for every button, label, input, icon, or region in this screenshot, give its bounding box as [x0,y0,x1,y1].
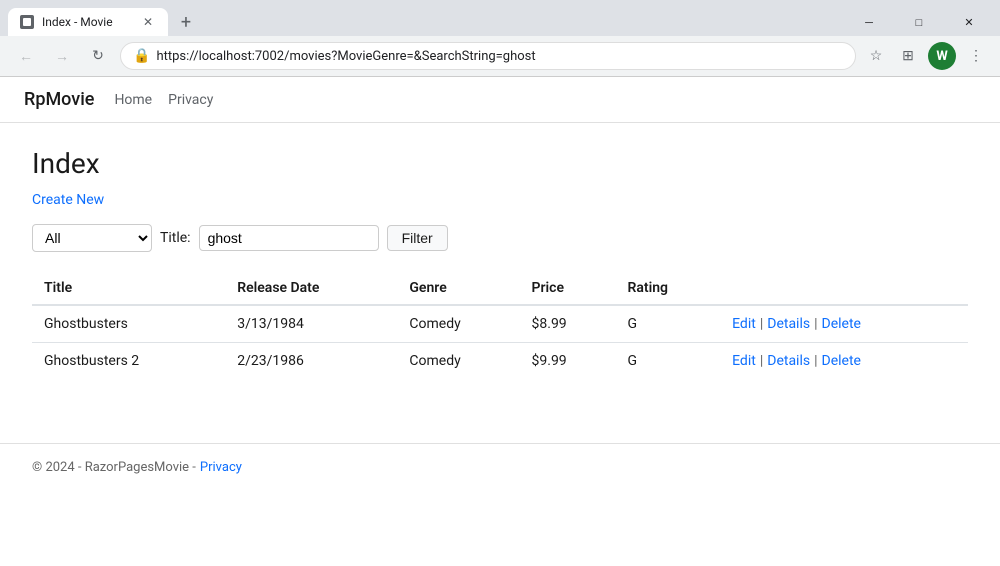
movie-title: Ghostbusters [32,305,225,343]
movie-genre: Comedy [397,305,519,343]
nav-links: Home Privacy [114,92,213,108]
movie-price: $9.99 [520,343,616,380]
url-bar[interactable]: 🔒 https://localhost:7002/movies?MovieGen… [120,42,856,70]
page-content: RpMovie Home Privacy Index Create New Al… [0,77,1000,497]
close-button[interactable]: ✕ [946,8,992,36]
movie-rating: G [615,343,720,380]
separator: | [760,353,763,369]
tab-title: Index - Movie [42,15,132,29]
filter-row: All Title: Filter [32,224,968,252]
filter-button[interactable]: Filter [387,225,448,251]
extensions-button[interactable]: ⊞ [896,44,920,68]
separator: | [760,316,763,332]
movie-release-date: 2/23/1986 [225,343,397,380]
edit-link-1[interactable]: Edit [732,353,756,369]
details-link-1[interactable]: Details [767,353,810,369]
col-price: Price [520,272,616,305]
bookmark-button[interactable]: ☆ [864,44,888,68]
extensions-icon: ⊞ [902,48,914,64]
table-body: Ghostbusters 3/13/1984 Comedy $8.99 G Ed… [32,305,968,379]
footer-text: © 2024 - RazorPagesMovie - [32,460,196,475]
minimize-button[interactable]: ─ [846,8,892,36]
details-link-0[interactable]: Details [767,316,810,332]
table-row: Ghostbusters 3/13/1984 Comedy $8.99 G Ed… [32,305,968,343]
movie-rating: G [615,305,720,343]
separator: | [814,316,817,332]
create-new-link[interactable]: Create New [32,192,104,208]
new-tab-button[interactable]: + [172,8,200,36]
title-label: Title: [160,230,191,246]
delete-link-0[interactable]: Delete [822,316,861,332]
reload-button[interactable]: ↻ [84,42,112,70]
action-links: Edit | Details | Delete [732,353,956,369]
browser-window: Index - Movie ✕ + ─ □ ✕ ← → ↻ 🔒 https://… [0,0,1000,497]
movie-actions: Edit | Details | Delete [720,343,968,380]
star-icon: ☆ [870,48,883,64]
table-row: Ghostbusters 2 2/23/1986 Comedy $9.99 G … [32,343,968,380]
navbar: RpMovie Home Privacy [0,77,1000,123]
tab-close-button[interactable]: ✕ [140,14,156,30]
footer-privacy-link[interactable]: Privacy [200,460,242,475]
delete-link-1[interactable]: Delete [822,353,861,369]
forward-button[interactable]: → [48,42,76,70]
address-bar: ← → ↻ 🔒 https://localhost:7002/movies?Mo… [0,36,1000,77]
url-text: https://localhost:7002/movies?MovieGenre… [156,49,843,64]
movies-table: Title Release Date Genre Price Rating Gh… [32,272,968,379]
col-actions [720,272,968,305]
action-links: Edit | Details | Delete [732,316,956,332]
back-icon: ← [19,48,33,65]
menu-button[interactable]: ⋮ [964,44,988,68]
main-content: Index Create New All Title: Filter Title… [0,123,1000,403]
window-controls: ─ □ ✕ [846,8,992,36]
col-release-date: Release Date [225,272,397,305]
forward-icon: → [55,48,69,65]
footer: © 2024 - RazorPagesMovie - Privacy [0,443,1000,491]
maximize-button[interactable]: □ [896,8,942,36]
table-header: Title Release Date Genre Price Rating [32,272,968,305]
movie-release-date: 3/13/1984 [225,305,397,343]
movie-title: Ghostbusters 2 [32,343,225,380]
tab-favicon [20,15,34,29]
active-tab[interactable]: Index - Movie ✕ [8,8,168,36]
genre-select[interactable]: All [32,224,152,252]
back-button[interactable]: ← [12,42,40,70]
search-input[interactable] [199,225,379,251]
edit-link-0[interactable]: Edit [732,316,756,332]
movie-genre: Comedy [397,343,519,380]
col-title: Title [32,272,225,305]
lock-icon: 🔒 [133,48,150,64]
col-genre: Genre [397,272,519,305]
nav-home-link[interactable]: Home [114,92,152,108]
page-title: Index [32,147,968,180]
profile-button[interactable]: W [928,42,956,70]
movie-actions: Edit | Details | Delete [720,305,968,343]
nav-privacy-link[interactable]: Privacy [168,92,213,108]
movie-price: $8.99 [520,305,616,343]
col-rating: Rating [615,272,720,305]
reload-icon: ↻ [92,48,104,64]
title-bar: Index - Movie ✕ + ─ □ ✕ [0,0,1000,36]
separator: | [814,353,817,369]
tab-bar: Index - Movie ✕ + [8,8,200,36]
brand-logo: RpMovie [24,89,94,110]
